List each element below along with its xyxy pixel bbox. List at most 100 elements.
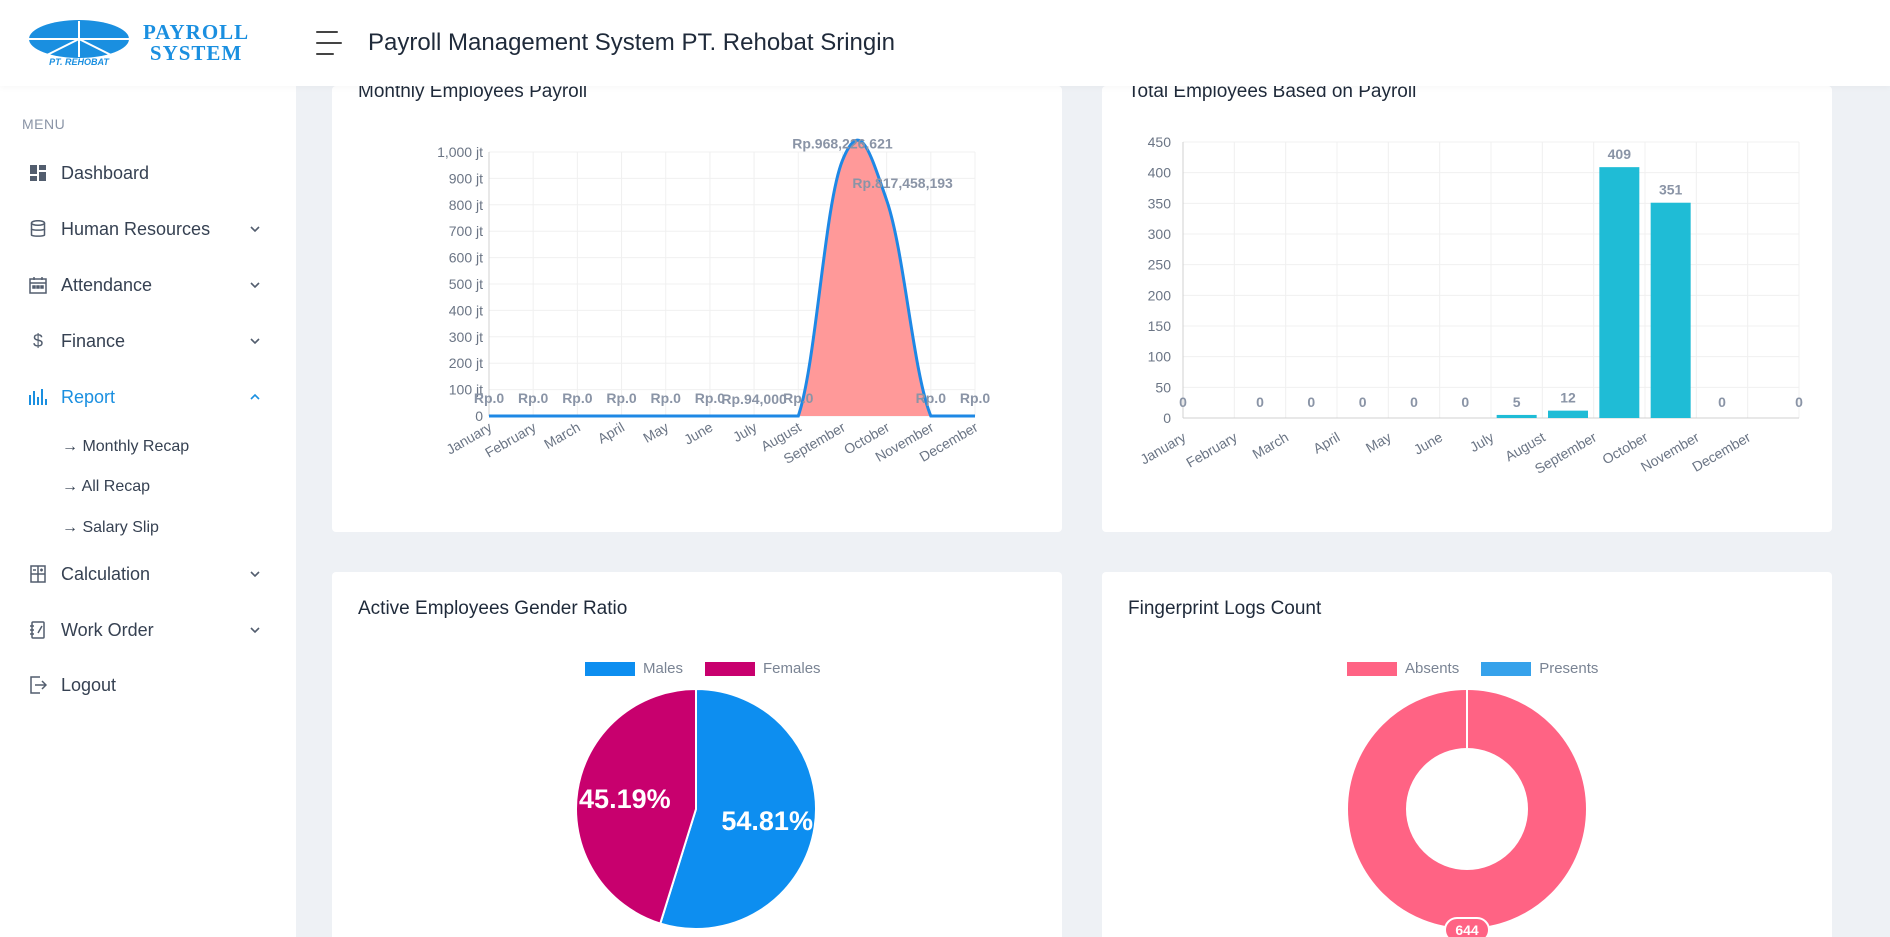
sidebar-item-human-resources[interactable]: Human Resources (0, 205, 296, 253)
database-icon (28, 219, 48, 239)
payroll-area-chart: 0100 jt200 jt300 jt400 jt500 jt600 jt700… (437, 135, 991, 466)
logo-emblem-icon: PT. REHOBAT (29, 20, 129, 67)
y-tick-label: 500 jt (449, 276, 483, 292)
chevron-down-icon (250, 226, 260, 233)
bar-chart-icon (28, 387, 48, 407)
sidebar-item-finance[interactable]: $ Finance (0, 317, 296, 365)
logo-line-1: PAYROLL (143, 20, 250, 44)
data-label: Rp.817,458,193 (852, 175, 953, 191)
sidebar-item-work-order[interactable]: Work Order (0, 606, 296, 654)
sub-item-salary-slip[interactable]: → Salary Slip (62, 519, 159, 537)
chevron-down-icon (250, 338, 260, 345)
employees-chart-card: Total Employees Based on Payroll 0 50 100 1… (1102, 81, 1832, 532)
y-tick-label: 450 (1148, 134, 1172, 150)
fingerprint-donut-chart: 644 (1348, 690, 1586, 937)
chevron-down-icon (250, 571, 260, 578)
gender-pie-chart: 54.81% 45.19% (575, 687, 818, 930)
x-tick-label: July (730, 419, 760, 445)
sidebar-item-label: Finance (61, 330, 126, 351)
bar (1548, 410, 1588, 418)
bar (1496, 414, 1537, 418)
x-tick-label: June (1411, 429, 1445, 458)
slice-value-label: 45.19% (579, 784, 671, 814)
slice-value-label: 644 (1455, 922, 1479, 937)
y-tick-label: 100 (1148, 349, 1172, 365)
data-label: 12 (1560, 390, 1576, 406)
x-tick-label: December (1689, 429, 1753, 475)
data-label: 0 (1307, 394, 1315, 410)
slice-value-label: 54.81% (721, 806, 813, 836)
y-tick-label: 350 (1148, 195, 1172, 211)
y-tick-label: 0 (1163, 410, 1171, 426)
y-tick-label: 800 jt (449, 197, 483, 213)
data-label: Rp.0 (960, 390, 991, 406)
x-tick-label: February (482, 419, 539, 461)
data-label: 0 (1256, 394, 1264, 410)
data-label: Rp.968,226,621 (792, 135, 893, 151)
data-label: Rp.0 (562, 390, 593, 406)
x-tick-label: April (595, 419, 627, 447)
data-label: Rp.0 (651, 390, 682, 406)
sidebar-item-label: Logout (61, 674, 117, 695)
dollar-icon: $ (32, 330, 43, 351)
employees-bar-chart: 0501001502002503003504004500 0 0 0 0 0 5 124093… (1137, 134, 1803, 477)
y-tick-label: 300 jt (449, 329, 483, 345)
x-tick-label: April (1310, 429, 1342, 457)
sidebar-item-logout[interactable]: Logout (0, 661, 296, 709)
data-label: Rp.94,000 (721, 391, 787, 407)
data-label: 5 (1513, 394, 1521, 410)
sidebar-item-calculation[interactable]: Calculation (0, 550, 296, 598)
hamburger-menu-icon[interactable] (316, 31, 346, 55)
x-tick-label: March (541, 419, 583, 452)
logo-wordmark: PAYROLL SYSTEM (143, 22, 249, 64)
chevron-down-icon (250, 627, 260, 634)
chevron-down-icon (250, 282, 260, 289)
sidebar-item-label: Attendance (61, 274, 153, 295)
sidebar-item-label: Human Resources (61, 218, 211, 239)
data-label: 0 (1179, 394, 1187, 410)
x-tick-label: May (1363, 429, 1394, 456)
sidebar-item-label: Report (61, 386, 116, 407)
x-tick-label: July (1467, 429, 1497, 455)
bar (1650, 202, 1691, 418)
sidebar-item-attendance[interactable]: Attendance (0, 261, 296, 309)
sidebar-item-dashboard[interactable]: Dashboard (0, 149, 296, 197)
fingerprint-chart-card: Fingerprint Logs Count Absents Presents … (1102, 572, 1832, 937)
x-tick-label: January (1137, 429, 1188, 468)
data-label: 351 (1659, 182, 1683, 198)
sub-item-monthly-recap[interactable]: → Monthly Recap (62, 438, 189, 456)
chevron-up-icon (250, 393, 260, 400)
calendar-icon (28, 275, 48, 295)
x-tick-label: February (1183, 429, 1240, 471)
payroll-chart-card: Monthly Employees Payroll 0 100 jt 200 jt 3… (332, 81, 1062, 532)
y-tick-label: 200 (1148, 287, 1172, 303)
y-tick-label: 400 (1148, 165, 1172, 181)
data-label: 0 (1795, 394, 1803, 410)
y-tick-label: 900 jt (449, 170, 483, 186)
sidebar-item-label: Dashboard (61, 162, 150, 183)
y-tick-label: 400 jt (449, 302, 483, 318)
data-label: Rp.0 (474, 390, 505, 406)
y-tick-label: 150 (1148, 318, 1172, 334)
app-logo[interactable]: PT. REHOBAT PAYROLL SYSTEM (0, 0, 296, 86)
top-header: PT. REHOBAT PAYROLL SYSTEM Payroll Manag… (0, 0, 1890, 86)
y-tick-label: 50 (1155, 379, 1171, 395)
x-tick-label: June (681, 419, 715, 448)
y-tick-label: 300 (1148, 226, 1172, 242)
y-tick-label: 1,000 jt (437, 144, 483, 160)
data-label: Rp.0 (916, 390, 947, 406)
data-label: Rp.0 (606, 390, 637, 406)
data-label: 409 (1608, 146, 1632, 162)
data-label: 0 (1461, 394, 1469, 410)
y-tick-label: 250 (1148, 257, 1172, 273)
sidebar-item-report[interactable]: Report (0, 373, 296, 421)
calculator-icon (28, 564, 48, 584)
data-label: 0 (1718, 394, 1726, 410)
sub-item-all-recap[interactable]: → All Recap (62, 478, 150, 496)
dashboard-icon (28, 163, 48, 183)
logout-icon (28, 675, 48, 695)
menu-heading: MENU (22, 116, 66, 132)
bar (1599, 167, 1640, 418)
page-title: Payroll Management System PT. Rehobat Sr… (368, 29, 895, 56)
data-label: Rp.0 (518, 390, 549, 406)
